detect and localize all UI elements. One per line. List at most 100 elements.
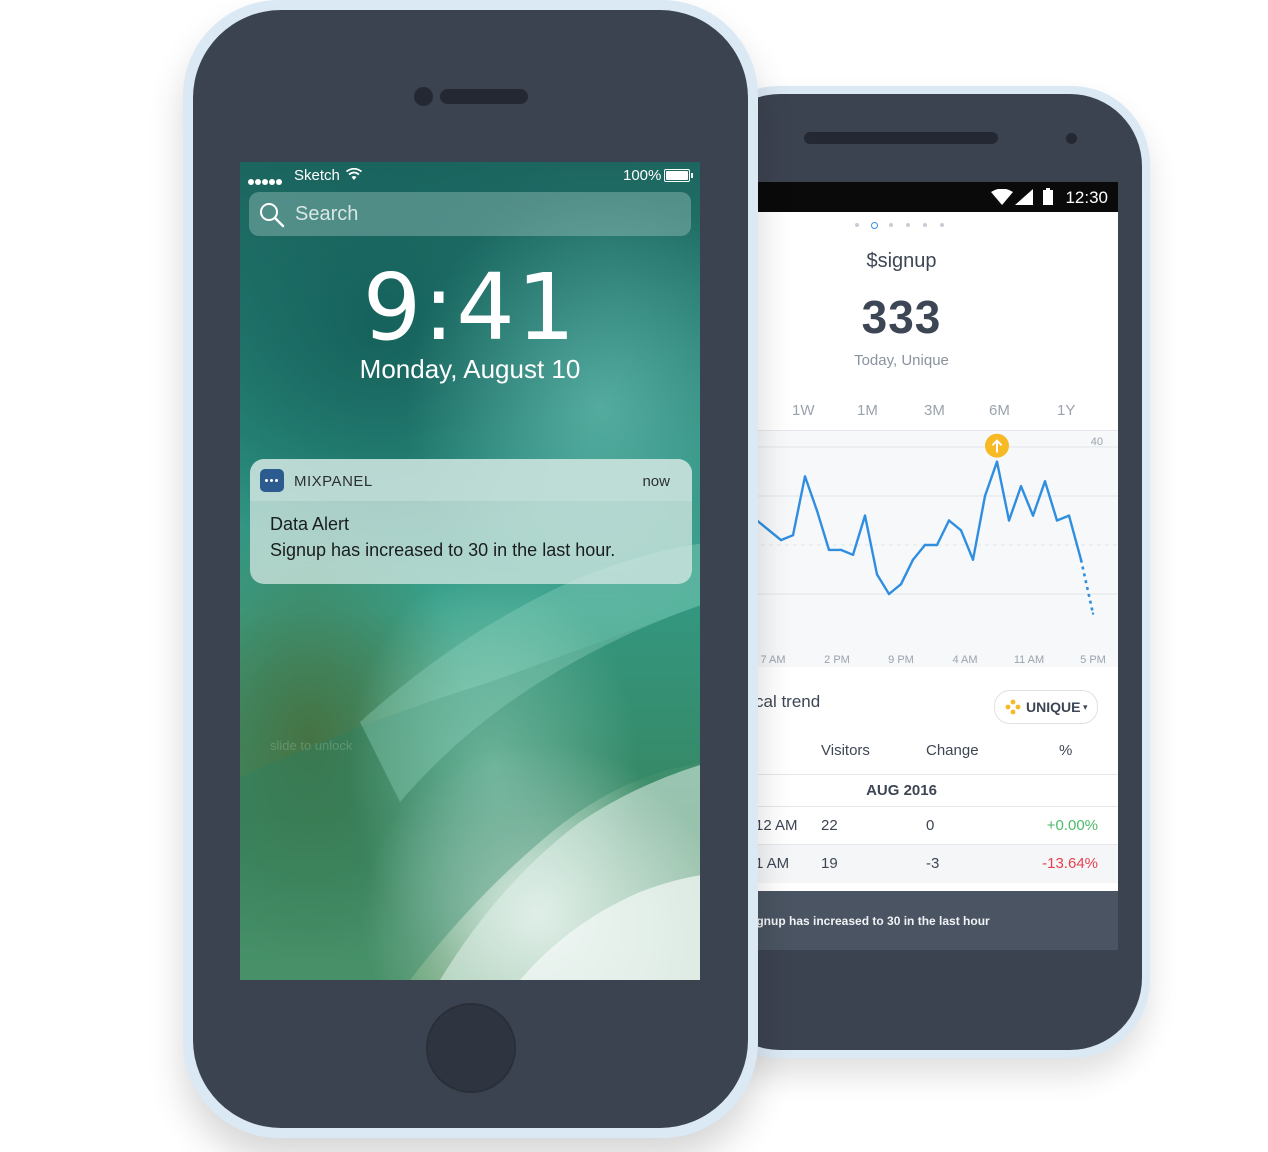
data-point [995, 460, 999, 463]
data-point [839, 548, 843, 552]
trend-chart[interactable]: 40 7 AM 2 PM 9 PM 4 AM 11 AM 5 PM [745, 430, 1118, 667]
data-point [923, 543, 927, 547]
row-time: 12 AM [755, 817, 798, 834]
data-point [1055, 519, 1059, 522]
data-point [815, 509, 819, 512]
signal-icon [1015, 189, 1033, 205]
data-point [1031, 514, 1035, 517]
battery-icon [1043, 188, 1053, 205]
row-change: -3 [926, 855, 940, 872]
caret-down-icon: ▾ [1083, 702, 1088, 712]
series-line [756, 460, 1083, 596]
table-header-divider [745, 774, 1118, 775]
data-point [1067, 514, 1071, 517]
carrier-name: Sketch [294, 167, 340, 184]
battery-icon [664, 169, 693, 182]
x-tick-label: 9 PM [888, 654, 914, 666]
android-screen: 12:30 $signup 333 Today, Unique 1W 1M 3M… [745, 182, 1118, 950]
push-notification[interactable]: MIXPANEL now Data Alert Signup has incre… [250, 459, 692, 584]
notification-title: Data Alert [270, 514, 350, 534]
android-clock: 12:30 [1065, 188, 1108, 207]
data-point [959, 529, 963, 532]
toast-message: ignup has increased to 30 in the last ho… [753, 914, 990, 928]
data-point [791, 534, 795, 537]
x-tick-label: 2 PM [824, 654, 850, 666]
lock-screen-date: Monday, August 10 [359, 354, 581, 384]
range-tab-1m[interactable]: 1M [857, 402, 878, 419]
column-header-percent: % [1059, 742, 1073, 759]
x-tick-label: 5 PM [1080, 654, 1106, 666]
data-point [1091, 612, 1095, 615]
android-speaker [804, 132, 998, 144]
data-point [971, 558, 975, 561]
range-tab-3m[interactable]: 3M [924, 402, 945, 419]
data-point [779, 538, 783, 542]
iphone-speaker [440, 89, 528, 104]
range-tab-1y[interactable]: 1Y [1057, 402, 1075, 419]
event-value: 333 [861, 291, 942, 343]
data-point [899, 583, 903, 586]
range-tab-1w[interactable]: 1W [792, 402, 815, 419]
row-visitors: 22 [821, 817, 838, 834]
notification-body: Signup has increased to 30 in the last h… [270, 540, 616, 560]
data-point [767, 529, 771, 532]
lock-screen-time: 9:41 [362, 254, 578, 361]
search-icon [260, 203, 285, 228]
x-tick-label: 7 AM [760, 654, 785, 666]
data-point [1043, 480, 1047, 483]
data-point [863, 514, 867, 517]
row-change: 0 [926, 817, 935, 834]
row-percent: +0.00% [1046, 817, 1098, 834]
mixpanel-app-icon [260, 469, 284, 492]
data-point [827, 548, 831, 552]
table-row[interactable]: 1 AM 19 -3 -13.64% [745, 844, 1118, 883]
search-placeholder: Search [295, 203, 359, 225]
series-line-projection [1079, 559, 1095, 614]
row-time: 1 AM [755, 855, 790, 872]
data-point [1007, 519, 1011, 522]
iphone-lock-screen: Sketch 100% Search 9:41 Monday, August 1… [240, 162, 700, 980]
wifi-icon [991, 189, 1013, 205]
data-point [911, 558, 915, 561]
event-subtitle: Today, Unique [854, 352, 949, 369]
row-percent: -13.64% [1042, 855, 1098, 872]
android-camera [1066, 133, 1077, 144]
unique-dropdown-button[interactable]: UNIQUE ▾ [994, 690, 1098, 724]
column-header-visitors: Visitors [821, 742, 870, 759]
search-bar[interactable]: Search [249, 192, 691, 236]
data-point [851, 553, 855, 556]
unique-button-label: UNIQUE [1026, 699, 1081, 715]
iphone-status-bar: Sketch 100% [240, 166, 700, 186]
column-header-change: Change [926, 742, 979, 759]
snackbar-toast[interactable]: ignup has increased to 30 in the last ho… [745, 891, 1118, 950]
notification-app-name: MIXPANEL [294, 473, 373, 490]
signal-strength-icon [248, 172, 283, 189]
data-point [803, 475, 807, 478]
data-point [875, 573, 879, 576]
range-tab-6m[interactable]: 6M [989, 402, 1010, 419]
wifi-icon [346, 168, 362, 180]
row-visitors: 19 [821, 855, 838, 872]
unique-dots-icon [1005, 699, 1021, 715]
trend-section-label: cal trend [755, 692, 821, 711]
x-tick-label: 11 AM [1014, 654, 1044, 666]
table-row[interactable]: 12 AM 22 0 +0.00% [745, 806, 1118, 845]
event-name: $signup [866, 250, 937, 272]
battery-percent: 100% [623, 167, 662, 184]
data-point [887, 592, 891, 596]
android-status-bar: 12:30 [745, 182, 1118, 212]
home-button[interactable] [426, 1003, 516, 1093]
data-point [983, 494, 987, 498]
iphone-front-camera [414, 87, 433, 106]
page-indicator[interactable] [855, 222, 947, 231]
data-point [1019, 485, 1023, 488]
data-point [935, 543, 939, 547]
notification-time: now [642, 473, 670, 490]
data-point [947, 519, 951, 522]
table-month-group: AUG 2016 [866, 782, 937, 799]
slide-to-unlock-hint[interactable]: slide to unlock [270, 738, 352, 753]
x-tick-label: 4 AM [952, 654, 977, 666]
data-point [1079, 558, 1083, 561]
trend-chart-svg: 40 7 AM 2 PM 9 PM 4 AM 11 AM 5 PM [745, 433, 1118, 666]
y-tick-label: 40 [1091, 436, 1103, 448]
